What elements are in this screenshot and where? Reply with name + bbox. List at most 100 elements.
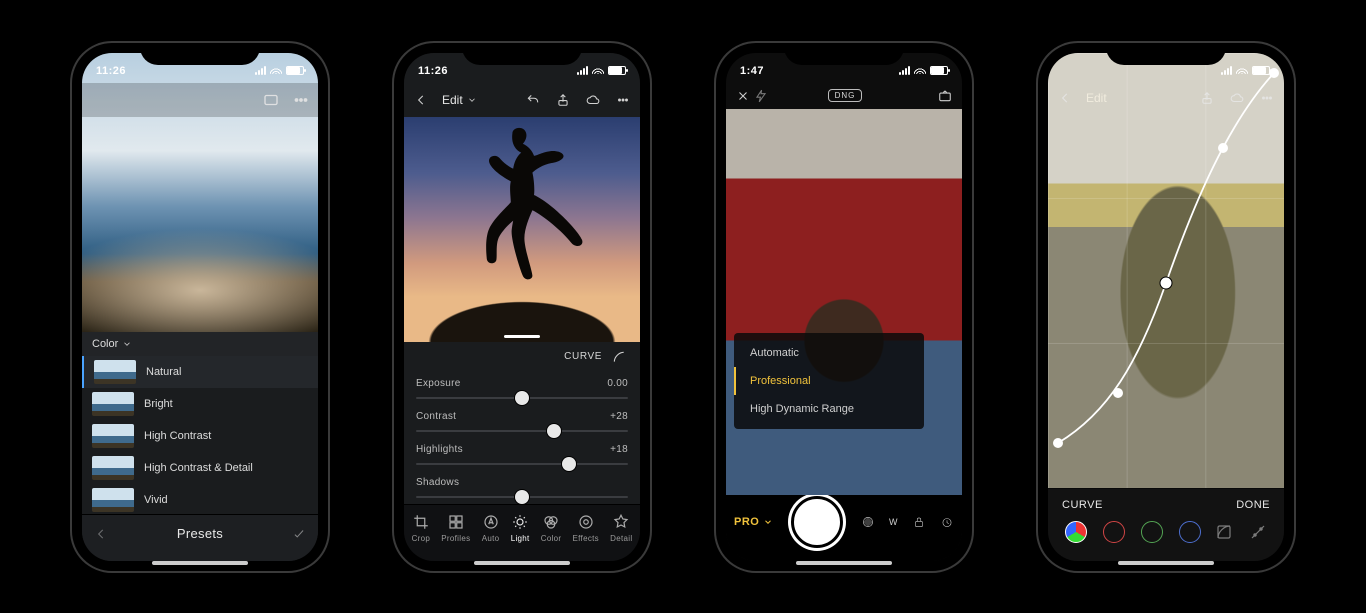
battery-icon	[930, 66, 948, 75]
share-icon[interactable]	[1198, 89, 1216, 107]
edit-label: Edit	[442, 93, 463, 107]
preset-row[interactable]: Natural	[82, 356, 318, 388]
shutter-button[interactable]	[791, 496, 843, 548]
check-icon[interactable]	[292, 525, 306, 543]
edit-label: Edit	[1086, 91, 1107, 105]
capture-mode-option[interactable]: High Dynamic Range	[734, 395, 924, 423]
back-icon[interactable]	[412, 91, 430, 109]
preset-thumb	[94, 360, 136, 384]
slider-track[interactable]	[416, 397, 628, 399]
battery-icon	[608, 66, 626, 75]
slider-knob[interactable]	[547, 424, 561, 438]
tool-profiles[interactable]: Profiles	[437, 511, 474, 545]
more-icon[interactable]	[614, 91, 632, 109]
preset-category[interactable]: Color	[82, 332, 318, 356]
preset-row[interactable]: Bright	[82, 388, 318, 420]
screen: 11:26	[82, 53, 318, 561]
slider-track[interactable]	[416, 430, 628, 432]
tool-crop[interactable]: Crop	[408, 511, 435, 545]
channel-green[interactable]	[1141, 521, 1163, 543]
preset-label: High Contrast & Detail	[144, 462, 253, 474]
subject-silhouette	[442, 118, 602, 288]
undo-icon[interactable]	[524, 91, 542, 109]
tool-label: Light	[511, 534, 530, 543]
phone-curve-edit: Edit CURVE DO	[1038, 43, 1294, 571]
more-icon[interactable]	[1258, 89, 1276, 107]
tool-color[interactable]: Color	[537, 511, 566, 545]
aspect-icon[interactable]	[262, 91, 280, 109]
tool-detail[interactable]: Detail	[606, 511, 636, 545]
notch	[462, 43, 582, 65]
screen: 11:26 Edit	[404, 53, 640, 561]
tool-auto[interactable]: Auto	[478, 511, 504, 545]
status-time: 11:26	[418, 65, 448, 77]
notch	[1106, 43, 1226, 65]
mode-menu: AutomaticProfessionalHigh Dynamic Range	[734, 333, 924, 429]
phone-light-edit: 11:26 Edit	[394, 43, 650, 571]
edit-dropdown[interactable]: Edit	[442, 93, 477, 107]
timer-icon[interactable]	[940, 515, 954, 529]
slider-knob[interactable]	[515, 490, 529, 504]
drag-handle[interactable]	[504, 335, 540, 338]
done-button[interactable]: DONE	[1236, 499, 1270, 511]
channel-blue[interactable]	[1179, 521, 1201, 543]
preset-list[interactable]: Natural Bright High Contrast High Contra…	[82, 356, 318, 514]
close-icon[interactable]	[734, 87, 752, 105]
parametric-curve-icon[interactable]	[1215, 523, 1233, 541]
preset-row[interactable]: High Contrast	[82, 420, 318, 452]
photo-preview[interactable]: 11:26	[82, 53, 318, 332]
format-toggle[interactable]: DNG	[828, 89, 863, 102]
slider-contrast[interactable]: Contrast+28	[404, 405, 640, 438]
tool-label: Color	[541, 534, 562, 543]
slider-track[interactable]	[416, 496, 628, 498]
crop-icon	[412, 513, 430, 531]
preset-category-label: Color	[92, 338, 118, 350]
tool-effects[interactable]: Effects	[569, 511, 603, 545]
back-icon[interactable]	[1056, 89, 1074, 107]
share-icon[interactable]	[554, 91, 572, 109]
more-icon[interactable]	[292, 91, 310, 109]
mode-button[interactable]: PRO	[734, 516, 773, 528]
preset-label: Bright	[144, 398, 173, 410]
curve-grid	[1048, 53, 1284, 488]
edit-dropdown[interactable]: Edit	[1086, 91, 1107, 105]
camera-settings: W	[861, 515, 954, 529]
camera-viewfinder[interactable]: AutomaticProfessionalHigh Dynamic Range	[726, 109, 962, 495]
white-balance-button[interactable]: W	[889, 517, 898, 527]
channel-red[interactable]	[1103, 521, 1125, 543]
switch-camera-icon[interactable]	[936, 87, 954, 105]
preset-row[interactable]: Vivid	[82, 484, 318, 514]
light-panel: CURVE Exposure0.00 Contrast+28 Highlight…	[404, 342, 640, 504]
slider-shadows[interactable]: Shadows	[404, 471, 640, 504]
fx-icon	[577, 513, 595, 531]
cloud-icon[interactable]	[584, 91, 602, 109]
photo-preview[interactable]	[404, 117, 640, 342]
home-indicator	[796, 561, 892, 565]
curve-icon	[610, 348, 628, 366]
preset-label: Natural	[146, 366, 181, 378]
slider-track[interactable]	[416, 463, 628, 465]
flash-icon[interactable]	[752, 87, 770, 105]
tool-label: Effects	[573, 534, 599, 543]
phone-camera: 1:47 DNG AutomaticProfessionalHigh Dynam…	[716, 43, 972, 571]
tool-label: Auto	[482, 534, 500, 543]
channel-rgb[interactable]	[1065, 521, 1087, 543]
slider-exposure[interactable]: Exposure0.00	[404, 372, 640, 405]
exposure-comp-button[interactable]	[861, 515, 875, 529]
cloud-icon[interactable]	[1228, 89, 1246, 107]
capture-mode-option[interactable]: Automatic	[734, 339, 924, 367]
tool-light[interactable]: Light	[507, 511, 534, 545]
presets-panel: Color Natural Bright High Contrast High …	[82, 332, 318, 561]
photo-preview[interactable]: Edit	[1048, 53, 1284, 488]
capture-mode-option[interactable]: Professional	[734, 367, 924, 395]
point-curve-icon[interactable]	[1249, 523, 1267, 541]
preset-row[interactable]: High Contrast & Detail	[82, 452, 318, 484]
slider-highlights[interactable]: Highlights+18	[404, 438, 640, 471]
slider-knob[interactable]	[562, 457, 576, 471]
battery-icon	[286, 66, 304, 75]
curve-button[interactable]: CURVE	[404, 342, 640, 372]
chevron-left-icon[interactable]	[94, 525, 108, 543]
tool-label: Crop	[412, 534, 431, 543]
lock-icon[interactable]	[912, 515, 926, 529]
slider-knob[interactable]	[515, 391, 529, 405]
